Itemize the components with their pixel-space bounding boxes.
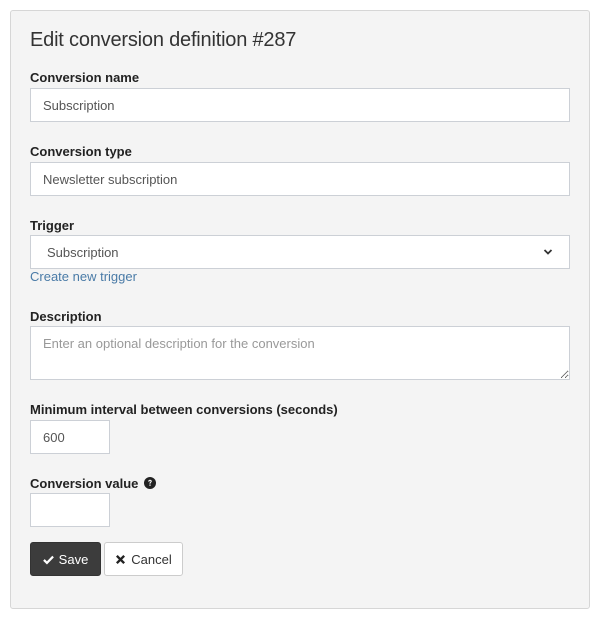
conversion-name-label: Conversion name bbox=[30, 70, 140, 85]
save-button-label: Save bbox=[58, 551, 89, 567]
page-title: Edit conversion definition #287 bbox=[30, 29, 297, 51]
conversion-value-input[interactable] bbox=[30, 493, 110, 527]
trigger-selected-value: Subscription bbox=[47, 244, 119, 260]
conversion-type-label: Conversion type bbox=[30, 144, 132, 159]
conversion-name-input[interactable] bbox=[30, 88, 570, 122]
conversion-value-label-text: Conversion value bbox=[30, 476, 139, 491]
chevron-down-icon bbox=[543, 249, 553, 255]
interval-label: Minimum interval between conversions (se… bbox=[30, 402, 338, 417]
conversion-type-input[interactable] bbox=[30, 162, 570, 196]
conversion-value-label: Conversion value bbox=[30, 476, 156, 491]
cancel-button[interactable]: Cancel bbox=[104, 542, 183, 576]
description-label: Description bbox=[30, 309, 102, 324]
conversion-form-panel: Edit conversion definition #287 Conversi… bbox=[10, 10, 590, 609]
question-circle-icon[interactable] bbox=[144, 477, 156, 489]
trigger-select[interactable]: Subscription bbox=[30, 235, 570, 269]
trigger-label: Trigger bbox=[30, 218, 75, 233]
times-icon bbox=[116, 554, 126, 564]
check-icon bbox=[42, 555, 54, 564]
save-button[interactable]: Save bbox=[30, 542, 101, 576]
description-textarea[interactable] bbox=[30, 326, 570, 380]
create-new-trigger-link[interactable]: Create new trigger bbox=[30, 269, 137, 284]
cancel-button-label: Cancel bbox=[131, 551, 172, 567]
interval-input[interactable] bbox=[30, 420, 110, 454]
